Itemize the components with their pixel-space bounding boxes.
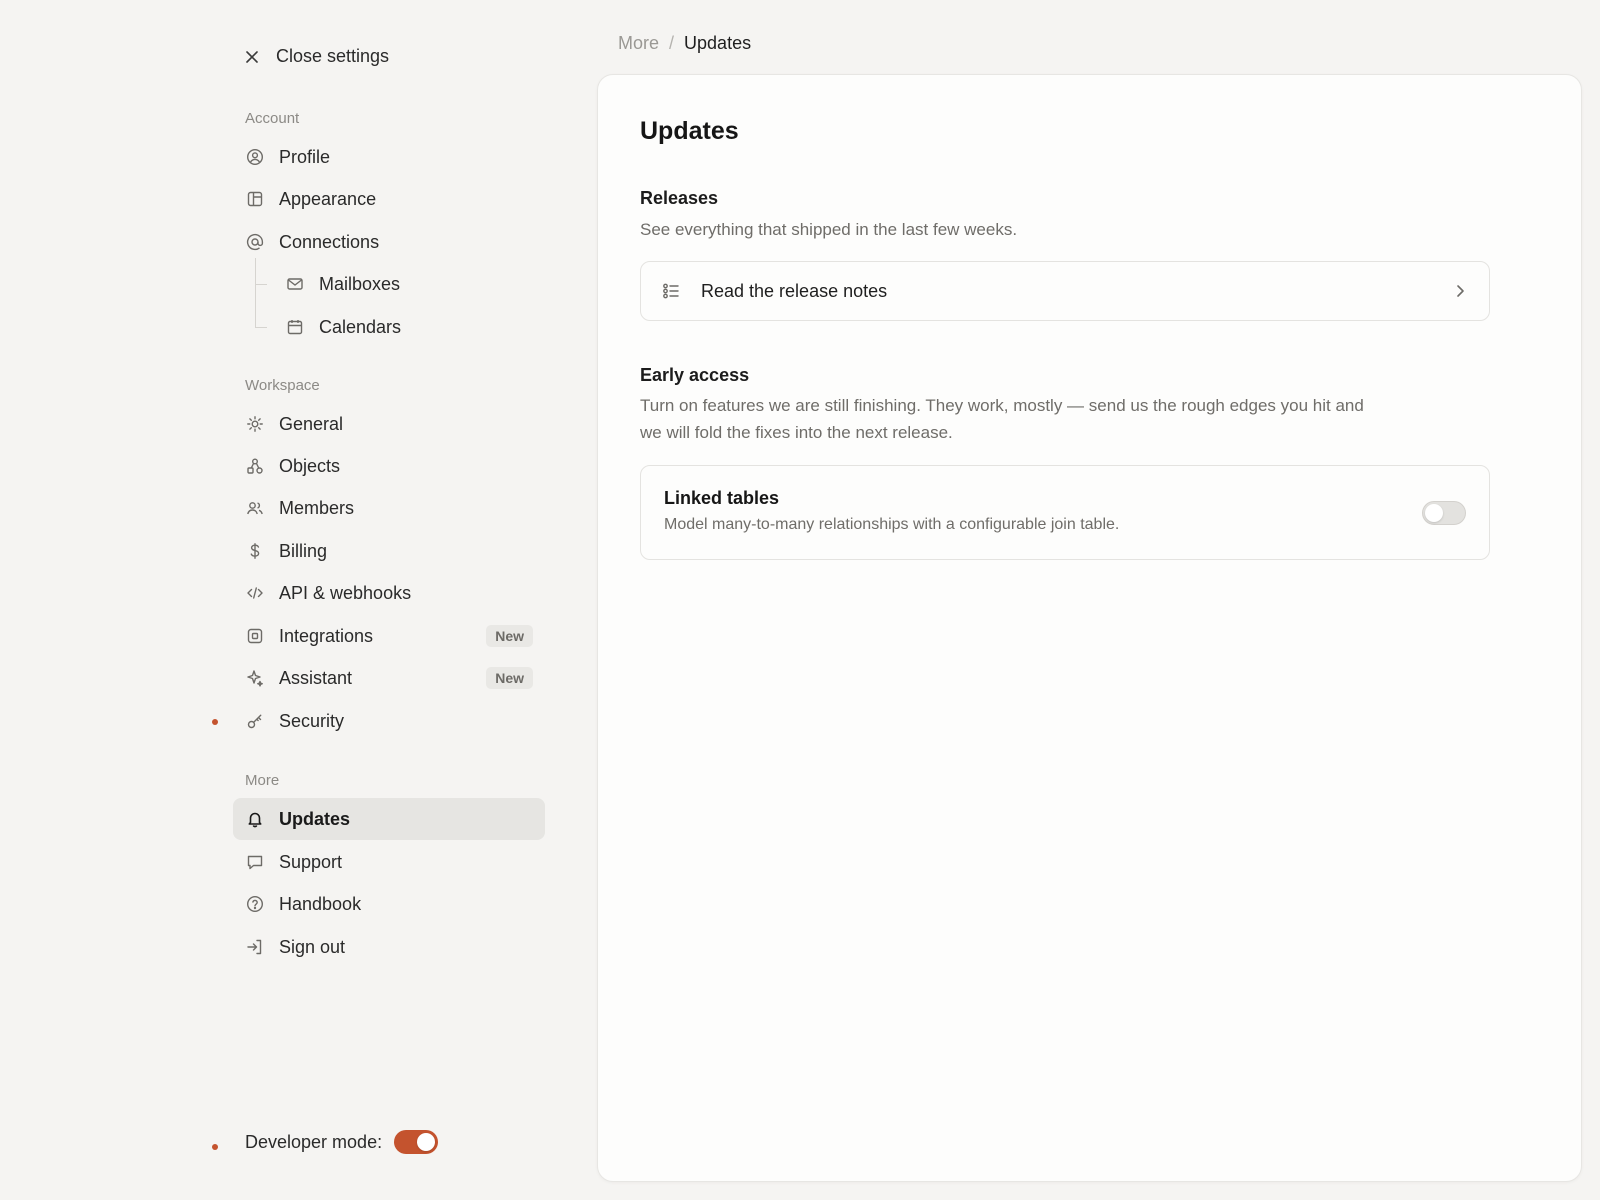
sidebar-item-appearance[interactable]: Appearance	[233, 178, 545, 220]
developer-mode-toggle[interactable]	[394, 1130, 439, 1154]
sidebar-item-label: Integrations	[279, 625, 374, 646]
key-icon	[245, 711, 265, 731]
integration-square-icon	[245, 626, 265, 646]
sidebar-item-security[interactable]: Security	[233, 700, 545, 742]
release-notes-label: Read the release notes	[701, 280, 888, 301]
sign-out-icon	[245, 937, 265, 957]
sidebar-item-sign-out[interactable]: Sign out	[233, 926, 545, 968]
sidebar-item-label: Support	[279, 851, 343, 872]
shapes-icon	[245, 456, 265, 476]
tree-connector	[255, 258, 267, 328]
linked-tables-toggle[interactable]	[1422, 501, 1466, 525]
release-notes-link[interactable]: Read the release notes	[640, 261, 1490, 321]
section-label-workspace: Workspace	[245, 377, 320, 394]
layout-panel-icon	[245, 189, 265, 209]
bell-icon	[245, 809, 265, 829]
sun-gear-icon	[245, 414, 265, 434]
sidebar-item-label: Profile	[279, 146, 331, 167]
breadcrumb-separator: /	[669, 33, 675, 53]
sidebar-item-general[interactable]: General	[233, 403, 545, 445]
sidebar-item-label: Handbook	[279, 893, 362, 914]
sidebar-item-label: Sign out	[279, 936, 346, 957]
sidebar-item-connections[interactable]: Connections	[233, 221, 545, 263]
section-label-account: Account	[245, 110, 300, 127]
sidebar-item-handbook[interactable]: Handbook	[233, 883, 545, 925]
dollar-icon	[245, 541, 265, 561]
sidebar-item-support[interactable]: Support	[233, 841, 545, 883]
mail-icon	[285, 274, 305, 294]
developer-mode-label: Developer mode:	[245, 1131, 383, 1152]
sidebar-item-label: API & webhooks	[279, 582, 412, 603]
tree-connector-tick	[255, 327, 267, 328]
security-alert-dot	[212, 719, 218, 725]
sidebar-item-label: Billing	[279, 540, 328, 561]
feature-description: Model many-to-many relationships with a …	[664, 516, 1120, 533]
breadcrumb-current: Updates	[684, 33, 752, 53]
code-icon	[245, 583, 265, 603]
sidebar-item-label: General	[279, 413, 344, 434]
developer-mode-row: Developer mode:	[245, 1130, 439, 1154]
sidebar-item-label: Security	[279, 710, 345, 731]
list-icon	[661, 281, 681, 301]
settings-sidebar: Close settings Account Profile Appearanc…	[0, 0, 560, 1200]
sidebar-item-label: Objects	[279, 455, 341, 476]
sidebar-item-members[interactable]: Members	[233, 487, 545, 529]
sidebar-item-profile[interactable]: Profile	[233, 136, 545, 178]
sidebar-item-billing[interactable]: Billing	[233, 530, 545, 572]
user-circle-icon	[245, 147, 265, 167]
breadcrumb-parent-link[interactable]: More	[618, 33, 659, 54]
sidebar-item-label: Calendars	[319, 316, 402, 337]
new-badge: New	[486, 667, 533, 689]
breadcrumb: More / Updates	[618, 33, 751, 54]
new-badge: New	[486, 625, 533, 647]
sidebar-item-label: Members	[279, 497, 355, 518]
sidebar-item-label: Mailboxes	[319, 273, 401, 294]
at-sign-icon	[245, 232, 265, 252]
feature-card-linked-tables: Linked tables Model many-to-many relatio…	[640, 465, 1490, 560]
developer-mode-dot	[212, 1144, 218, 1150]
sidebar-item-label: Connections	[279, 231, 380, 252]
users-icon	[245, 498, 265, 518]
calendar-icon	[285, 317, 305, 337]
chevron-right-icon	[1451, 282, 1469, 300]
chat-bubble-icon	[245, 852, 265, 872]
sparkle-icon	[245, 668, 265, 688]
sidebar-item-assistant[interactable]: Assistant New	[233, 657, 545, 699]
sidebar-item-api-webhooks[interactable]: API & webhooks	[233, 572, 545, 614]
sidebar-item-calendars[interactable]: Calendars	[273, 306, 545, 348]
early-access-heading: Early access	[640, 365, 750, 385]
close-icon	[244, 49, 260, 65]
tree-connector-tick	[255, 284, 267, 285]
sidebar-item-objects[interactable]: Objects	[233, 445, 545, 487]
feature-name: Linked tables	[664, 488, 780, 508]
section-label-more: More	[245, 772, 280, 789]
releases-heading: Releases	[640, 188, 719, 208]
sidebar-item-integrations[interactable]: Integrations New	[233, 615, 545, 657]
early-access-description: Turn on features we are still finishing.…	[640, 396, 1364, 442]
sidebar-item-mailboxes[interactable]: Mailboxes	[273, 263, 545, 305]
sidebar-item-label: Updates	[279, 808, 351, 829]
main-panel: Updates Releases See everything that shi…	[597, 74, 1582, 1182]
sidebar-item-label: Appearance	[279, 188, 377, 209]
page-title: Updates	[640, 117, 739, 145]
toggle-knob	[1425, 504, 1443, 522]
toggle-knob	[417, 1133, 436, 1151]
releases-description: See everything that shipped in the last …	[640, 220, 1018, 239]
close-settings-label: Close settings	[276, 46, 390, 66]
sidebar-item-label: Assistant	[279, 667, 353, 688]
sidebar-item-updates[interactable]: Updates	[233, 798, 545, 840]
close-settings-button[interactable]: Close settings	[244, 46, 389, 67]
help-circle-icon	[245, 894, 265, 914]
